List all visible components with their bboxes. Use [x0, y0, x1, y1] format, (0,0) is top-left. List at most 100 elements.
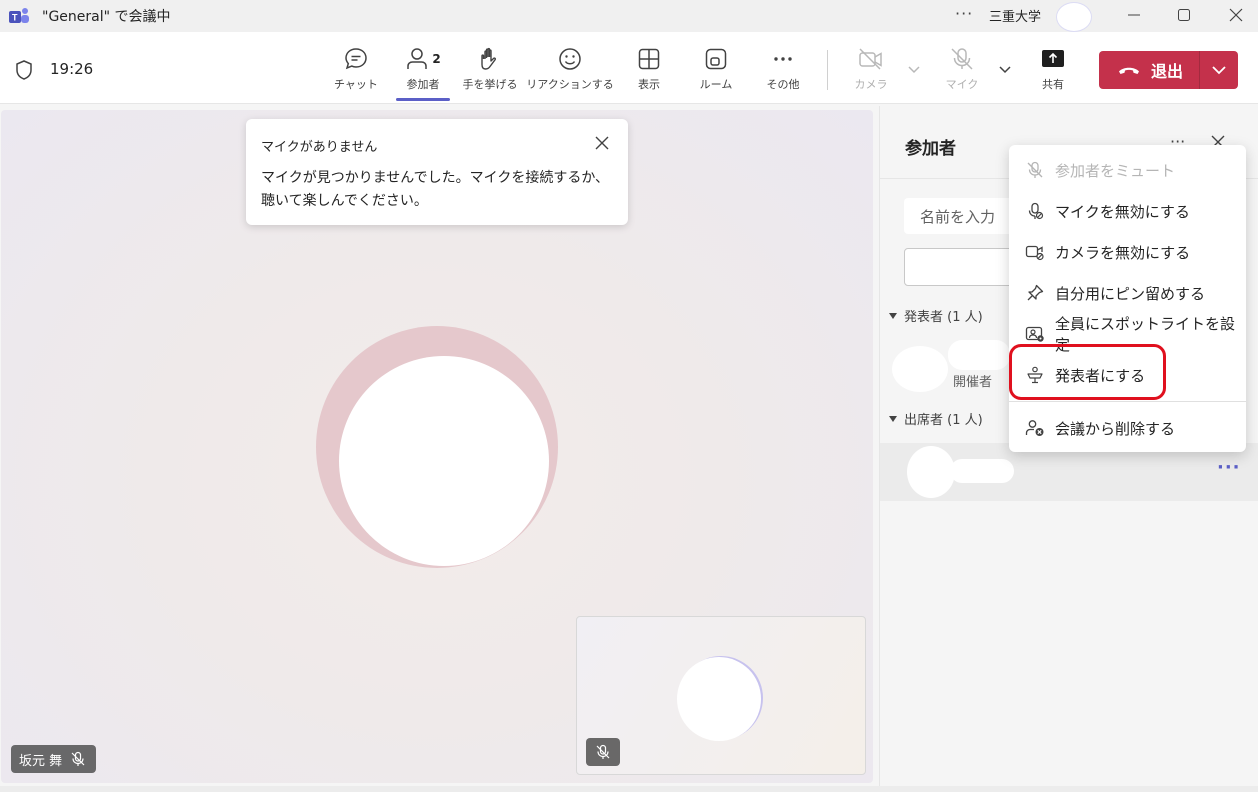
mic-off-icon	[71, 751, 85, 766]
meeting-toolbar: 19:26 チャット 2 参加者 手を挙げる リアクションする 表示 ルーム そ…	[0, 32, 1258, 104]
attendees-section-header[interactable]: 出席者 (1 人)	[888, 409, 983, 428]
share-label: 共有	[1042, 78, 1064, 91]
menu-item-label: カメラを無効にする	[1055, 243, 1191, 262]
participants-button[interactable]: 2 参加者	[388, 44, 458, 101]
self-video-tile[interactable]	[576, 616, 866, 775]
shield-icon[interactable]	[14, 59, 34, 81]
camera-off-icon	[859, 48, 882, 70]
org-name[interactable]: 三重大学	[989, 6, 1041, 25]
leave-button[interactable]: 退出	[1099, 51, 1199, 89]
camera-options-chevron-icon[interactable]	[907, 64, 921, 74]
speaker-name: 坂元 舞	[19, 753, 63, 769]
chat-label: チャット	[334, 78, 378, 91]
raise-hand-button[interactable]: 手を挙げる	[455, 44, 525, 92]
spotlight-icon	[1025, 326, 1044, 342]
avatar	[892, 346, 948, 392]
share-button[interactable]: 共有	[1018, 44, 1088, 92]
participants-count: 2	[432, 52, 441, 66]
mic-button[interactable]: マイク	[927, 44, 997, 92]
profile-avatar[interactable]	[1056, 2, 1092, 32]
mic-off-icon	[596, 744, 610, 759]
leave-options-button[interactable]	[1200, 65, 1238, 75]
menu-item-remove[interactable]: 会議から削除する	[1009, 408, 1246, 448]
meeting-timer: 19:26	[50, 60, 94, 78]
titlebar-more-icon[interactable]: ···	[955, 4, 973, 23]
panel-title: 参加者	[905, 139, 956, 159]
menu-item-label: 参加者をミュート	[1055, 161, 1176, 180]
mic-label: マイク	[945, 78, 979, 91]
camera-button[interactable]: カメラ	[836, 44, 906, 92]
presenters-section-header[interactable]: 発表者 (1 人)	[888, 306, 983, 325]
mic-options-chevron-icon[interactable]	[998, 64, 1012, 74]
teams-logo-icon: T	[9, 8, 29, 23]
menu-item-disable-camera[interactable]: カメラを無効にする	[1009, 232, 1246, 272]
share-icon	[1042, 50, 1064, 67]
toolbar-divider	[827, 50, 828, 90]
view-label: 表示	[638, 78, 660, 91]
participants-label: 参加者	[406, 78, 440, 91]
leave-label: 退出	[1151, 62, 1184, 81]
minimize-icon[interactable]	[1122, 4, 1146, 26]
caret-down-icon	[889, 415, 897, 422]
svg-text:T: T	[12, 13, 18, 23]
caret-down-icon	[889, 312, 897, 319]
menu-item-mute-participant[interactable]: 参加者をミュート	[1009, 150, 1246, 190]
raise-hand-label: 手を挙げる	[462, 78, 518, 91]
bottom-strip	[0, 786, 1258, 792]
menu-item-label: 全員にスポットライトを設定	[1055, 315, 1236, 354]
rooms-label: ルーム	[699, 78, 733, 91]
view-button[interactable]: 表示	[614, 44, 684, 92]
smiley-icon	[559, 48, 581, 70]
speaker-avatar	[339, 356, 549, 566]
camera-label: カメラ	[854, 78, 888, 91]
chevron-down-icon	[1212, 66, 1226, 75]
no-mic-notification: マイクがありません マイクが見つかりませんでした。マイクを接続するか、聴いて楽し…	[246, 119, 628, 225]
close-window-icon[interactable]	[1224, 4, 1248, 26]
participant-role: 開催者	[953, 375, 993, 390]
menu-item-label: 会議から削除する	[1055, 419, 1176, 438]
close-icon[interactable]	[594, 135, 610, 151]
mic-disable-icon	[1028, 202, 1044, 220]
participant-more-icon[interactable]: ···	[1217, 457, 1241, 478]
pin-icon	[1027, 284, 1044, 301]
camera-disable-icon	[1025, 245, 1044, 261]
menu-item-label: 自分用にピン留めする	[1055, 284, 1206, 303]
participant-name-redacted	[950, 459, 1014, 483]
remove-person-icon	[1025, 420, 1044, 436]
reactions-button[interactable]: リアクションする	[526, 44, 614, 92]
self-avatar	[677, 657, 761, 741]
hand-icon	[481, 47, 497, 70]
more-label: その他	[766, 78, 800, 91]
chat-icon	[345, 48, 367, 70]
window-title: "General" で会議中	[42, 9, 171, 25]
menu-item-spotlight[interactable]: 全員にスポットライトを設定	[1009, 314, 1246, 354]
rooms-button[interactable]: ルーム	[681, 44, 751, 92]
maximize-icon[interactable]	[1172, 4, 1196, 26]
chat-button[interactable]: チャット	[321, 44, 391, 92]
grid-icon	[638, 48, 660, 70]
active-tab-indicator	[396, 98, 450, 101]
title-bar: T "General" で会議中 ··· 三重大学	[0, 0, 1258, 32]
presenters-section-label: 発表者 (1 人)	[904, 310, 983, 325]
notification-body: マイクが見つかりませんでした。マイクを接続するか、聴いて楽しんでください。	[261, 170, 610, 209]
more-icon	[774, 57, 792, 61]
speaker-name-badge: 坂元 舞	[11, 745, 97, 773]
menu-item-make-presenter[interactable]: 発表者にする	[1009, 355, 1246, 395]
self-mute-indicator	[586, 738, 620, 766]
menu-item-pin[interactable]: 自分用にピン留めする	[1009, 273, 1246, 313]
mic-off-icon	[951, 48, 973, 70]
attendees-section-label: 出席者 (1 人)	[904, 413, 983, 428]
menu-item-disable-mic[interactable]: マイクを無効にする	[1009, 191, 1246, 231]
rooms-icon	[705, 48, 727, 70]
avatar	[907, 446, 955, 498]
participant-context-menu: 参加者をミュート マイクを無効にする カメラを無効にする 自分用にピン留めする …	[1009, 145, 1246, 452]
people-icon	[407, 48, 428, 69]
menu-item-label: 発表者にする	[1055, 366, 1146, 385]
menu-item-label: マイクを無効にする	[1055, 202, 1190, 221]
menu-divider	[1009, 401, 1246, 402]
more-button[interactable]: その他	[748, 44, 818, 92]
notification-title: マイクがありません	[261, 140, 378, 155]
hangup-icon	[1119, 67, 1139, 74]
participant-name-redacted	[948, 340, 1010, 370]
leave-button-group: 退出	[1099, 51, 1238, 89]
